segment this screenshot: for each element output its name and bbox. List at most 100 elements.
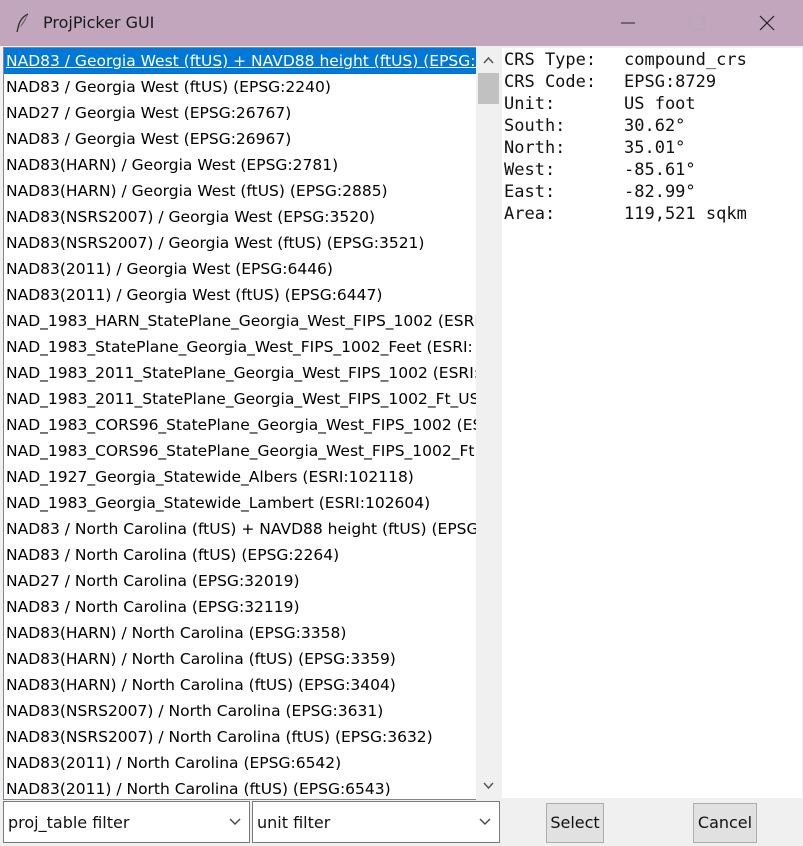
info-label: South: (504, 116, 566, 136)
info-value: 30.62° (624, 116, 686, 136)
list-item-label: NAD83(2011) / Georgia West (EPSG:6446) (6, 260, 333, 278)
list-item[interactable]: NAD83(2011) / Georgia West (EPSG:6446) (4, 256, 476, 282)
list-item[interactable]: NAD_1983_2011_StatePlane_Georgia_West_FI… (4, 360, 476, 386)
list-item[interactable]: NAD83(HARN) / North Carolina (ftUS) (EPS… (4, 646, 476, 672)
list-item-label: NAD83(2011) / North Carolina (EPSG:6542) (6, 754, 342, 772)
list-item-label: NAD_1983_2011_StatePlane_Georgia_West_FI… (6, 390, 476, 408)
proj-table-filter-value: proj_table filter (8, 813, 130, 832)
info-row: Unit: US foot (504, 93, 696, 115)
info-label: Area: (504, 204, 556, 224)
list-item[interactable]: NAD83 / North Carolina (ftUS) + NAVD88 h… (4, 516, 476, 542)
list-item-label: NAD83(2011) / North Carolina (ftUS) (EPS… (6, 780, 391, 798)
list-item-label: NAD83(NSRS2007) / Georgia West (ftUS) (E… (6, 234, 425, 252)
info-row: South: 30.62° (504, 115, 685, 137)
list-item[interactable]: NAD83 / North Carolina (ftUS) (EPSG:2264… (4, 542, 476, 568)
info-value: -85.61° (624, 160, 696, 180)
list-item-label: NAD83(NSRS2007) / North Carolina (EPSG:3… (6, 702, 384, 720)
list-item[interactable]: NAD83(HARN) / Georgia West (EPSG:2781) (4, 152, 476, 178)
list-item[interactable]: NAD_1983_CORS96_StatePlane_Georgia_West_… (4, 412, 476, 438)
list-item[interactable]: NAD83(NSRS2007) / North Carolina (ftUS) … (4, 724, 476, 750)
crs-listbox[interactable]: NAD83 / Georgia West (ftUS) + NAVD88 hei… (3, 47, 477, 800)
info-label: CRS Code: (504, 72, 597, 92)
chevron-down-icon (229, 818, 241, 825)
unit-filter-combobox[interactable]: unit filter (252, 801, 500, 843)
list-item-label: NAD83 / North Carolina (ftUS) (EPSG:2264… (6, 546, 340, 564)
minimize-button[interactable] (600, 0, 656, 46)
info-value: US foot (624, 94, 696, 114)
crs-info-panel: CRS Type: compound_crs CRS Code: EPSG:8729 U… (502, 48, 802, 798)
list-item-label: NAD83 / North Carolina (ftUS) + NAVD88 h… (6, 520, 476, 538)
list-item-label: NAD83(HARN) / North Carolina (ftUS) (EPS… (6, 650, 396, 668)
list-item-label: NAD83 / Georgia West (ftUS) (EPSG:2240) (6, 78, 331, 96)
info-row: Area: 119,521 sqkm (504, 203, 747, 225)
chevron-down-icon (479, 818, 491, 825)
list-item[interactable]: NAD83 / Georgia West (ftUS) (EPSG:2240) (4, 74, 476, 100)
list-item[interactable]: NAD83(2011) / North Carolina (EPSG:6542) (4, 750, 476, 776)
window-title: ProjPicker GUI (43, 13, 155, 32)
list-item[interactable]: NAD_1983_2011_StatePlane_Georgia_West_FI… (4, 386, 476, 412)
scroll-down-button[interactable] (476, 776, 501, 798)
list-item[interactable]: NAD83(2011) / Georgia West (ftUS) (EPSG:… (4, 282, 476, 308)
info-label: West: (504, 160, 556, 180)
list-scrollbar[interactable] (476, 47, 501, 800)
list-item-label: NAD83(HARN) / Georgia West (EPSG:2781) (6, 156, 339, 174)
minimize-icon (621, 22, 635, 24)
list-item[interactable]: NAD_1983_Georgia_Statewide_Lambert (ESRI… (4, 490, 476, 516)
list-item[interactable]: NAD_1927_Georgia_Statewide_Albers (ESRI:… (4, 464, 476, 490)
list-item-label: NAD27 / North Carolina (EPSG:32019) (6, 572, 300, 590)
list-item-label: NAD83(NSRS2007) / North Carolina (ftUS) … (6, 728, 433, 746)
info-row: North: 35.01° (504, 137, 685, 159)
list-item[interactable]: NAD27 / Georgia West (EPSG:26767) (4, 100, 476, 126)
list-item-label: NAD83 / North Carolina (EPSG:32119) (6, 598, 300, 616)
list-item[interactable]: NAD83(HARN) / North Carolina (ftUS) (EPS… (4, 672, 476, 698)
list-item[interactable]: NAD83(HARN) / Georgia West (ftUS) (EPSG:… (4, 178, 476, 204)
list-item[interactable]: NAD83 / North Carolina (EPSG:32119) (4, 594, 476, 620)
info-label: North: (504, 138, 566, 158)
scroll-thumb[interactable] (478, 73, 499, 104)
info-value: EPSG:8729 (624, 72, 717, 92)
info-row: East: -82.99° (504, 181, 696, 203)
list-item[interactable]: NAD_1983_HARN_StatePlane_Georgia_West_FI… (4, 308, 476, 334)
list-item[interactable]: NAD_1983_StatePlane_Georgia_West_FIPS_10… (4, 334, 476, 360)
info-value: 119,521 sqkm (624, 204, 747, 224)
list-item-label: NAD27 / Georgia West (EPSG:26767) (6, 104, 292, 122)
feather-icon (14, 13, 32, 33)
list-item-label: NAD_1983_2011_StatePlane_Georgia_West_FI… (6, 364, 476, 382)
info-row: CRS Type: compound_crs (504, 49, 747, 71)
list-item-label: NAD83(HARN) / North Carolina (ftUS) (EPS… (6, 676, 396, 694)
info-row: CRS Code: EPSG:8729 (504, 71, 716, 93)
scroll-up-button[interactable] (476, 50, 501, 72)
chevron-down-icon (483, 782, 494, 790)
list-item-selected[interactable]: NAD83 / Georgia West (ftUS) + NAVD88 hei… (4, 48, 476, 74)
list-item[interactable]: NAD83 / Georgia West (EPSG:26967) (4, 126, 476, 152)
list-item[interactable]: NAD83(NSRS2007) / Georgia West (ftUS) (E… (4, 230, 476, 256)
chevron-up-icon (483, 56, 494, 64)
info-label: East: (504, 182, 556, 202)
proj-table-filter-combobox[interactable]: proj_table filter (3, 801, 250, 843)
list-item-label: NAD_1983_HARN_StatePlane_Georgia_West_FI… (6, 312, 476, 330)
list-item-label: NAD_1983_CORS96_StatePlane_Georgia_West_… (6, 442, 475, 460)
close-button[interactable] (739, 0, 795, 46)
list-item-label: NAD_1983_StatePlane_Georgia_West_FIPS_10… (6, 338, 473, 356)
list-item[interactable]: NAD83(HARN) / North Carolina (EPSG:3358) (4, 620, 476, 646)
maximize-button[interactable] (669, 0, 725, 46)
close-icon (759, 15, 775, 31)
select-button[interactable]: Select (546, 803, 604, 843)
list-item-label: NAD_1983_CORS96_StatePlane_Georgia_West_… (6, 416, 476, 434)
list-item[interactable]: NAD83(2011) / North Carolina (ftUS) (EPS… (4, 776, 476, 799)
cancel-button[interactable]: Cancel (693, 803, 757, 843)
info-label: CRS Type: (504, 50, 597, 70)
list-item[interactable]: NAD83(NSRS2007) / Georgia West (EPSG:352… (4, 204, 476, 230)
list-item[interactable]: NAD83(NSRS2007) / North Carolina (EPSG:3… (4, 698, 476, 724)
info-value: 35.01° (624, 138, 686, 158)
info-value: -82.99° (624, 182, 696, 202)
info-label: Unit: (504, 94, 556, 114)
list-item-label: NAD83(NSRS2007) / Georgia West (EPSG:352… (6, 208, 376, 226)
list-item-label: NAD83(HARN) / Georgia West (ftUS) (EPSG:… (6, 182, 388, 200)
title-bar[interactable]: ProjPicker GUI (0, 0, 803, 46)
list-item-label: NAD83(HARN) / North Carolina (EPSG:3358) (6, 624, 347, 642)
list-item[interactable]: NAD_1983_CORS96_StatePlane_Georgia_West_… (4, 438, 476, 464)
list-item[interactable]: NAD27 / North Carolina (EPSG:32019) (4, 568, 476, 594)
maximize-icon (689, 15, 705, 31)
list-item-label: NAD83(2011) / Georgia West (ftUS) (EPSG:… (6, 286, 383, 304)
